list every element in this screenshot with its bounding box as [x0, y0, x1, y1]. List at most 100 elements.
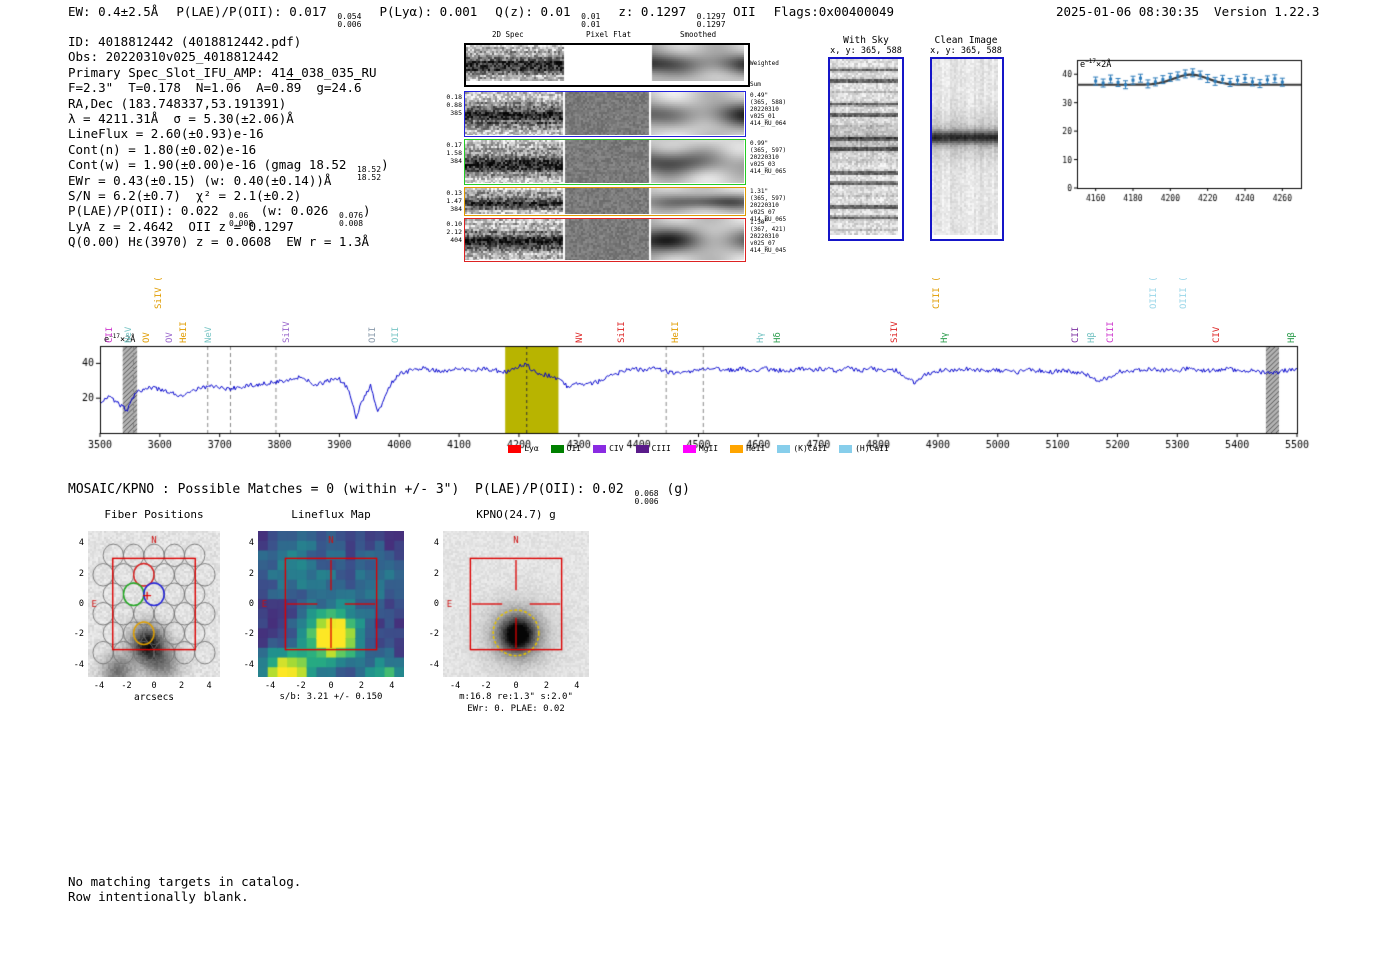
- info-line: EWr = 0.43(±0.15) (w: 0.40(±0.14))Å: [68, 173, 389, 188]
- lineflux-map-caption: s/b: 3.21 +/- 0.150: [279, 692, 383, 702]
- text-segment: Primary Spec_Slot_IFU_AMP: 414_038_035_R…: [68, 64, 377, 80]
- x-axis-tick-label: 2: [358, 681, 364, 691]
- line-marker-label: CIII (: [932, 276, 943, 309]
- lineflux-map-title: Lineflux Map: [291, 508, 371, 521]
- spec2d-row-right-labels: 1.30" (367, 421) 20220310 v025_07 414_RU_045: [750, 219, 786, 254]
- text-segment: g=24.: [301, 80, 354, 96]
- detection-info-block: ID: 4018812442 (4018812442.pdf) Obs: 2022…: [68, 34, 389, 249]
- legend-swatch: [635, 444, 649, 453]
- uncertainty-lower: 0.01: [581, 19, 601, 29]
- right-label: v025_07: [750, 209, 776, 216]
- header-segment: P(Lyα): 0.001: [379, 4, 477, 28]
- info-line: P(LAE)/P(OII): 0.022 0.06 0.008 (w: 0.026…: [68, 203, 389, 227]
- unit-tail: ×2Å: [1095, 59, 1112, 70]
- text-segment: F=2.3" T=0.178 N=1.06 A=0.: [68, 80, 287, 96]
- spec2d-row-image: [465, 92, 744, 135]
- legend-label: (H)CaII: [855, 444, 889, 453]
- text-segment: P(LAE)/P(OII): 0.017: [176, 4, 335, 19]
- weighted-label-line2: Sum: [750, 81, 761, 88]
- x-axis-tick-label: 0: [513, 681, 519, 691]
- line-marker-label: OIII (: [1148, 276, 1159, 309]
- x-axis-tick-label: 0: [328, 681, 334, 691]
- left-value: 1.58: [446, 149, 462, 157]
- y-axis-tick-label: -4: [428, 659, 439, 670]
- right-label: 20220310: [750, 154, 779, 161]
- spec2d-row-right-labels: 0.49" (365, 588) 20220310 v025_01 414_RU_064: [750, 92, 786, 127]
- text-segment: S/N = 6.2(±0.7) χ² = 2.1(±0.2): [68, 187, 302, 203]
- left-value: 2.12: [446, 228, 462, 236]
- fiber-positions-title: Fiber Positions: [104, 508, 204, 521]
- kpno-cutout-title: KPNO(24.7) g: [476, 508, 556, 521]
- right-label: (365, 588): [750, 99, 787, 106]
- legend-item: CIV: [593, 444, 624, 453]
- text-segment: OII: [725, 4, 756, 19]
- spec2d-row-image: [465, 188, 744, 214]
- line-marker-label: Hβ: [1086, 332, 1097, 343]
- line-marker-label: OII: [390, 326, 401, 343]
- header-segment: Q(z): 0.01 0.01 0.01: [495, 4, 600, 28]
- overlined-digits: 89: [286, 80, 302, 96]
- stacked-uncertainty: 18.52 18.52: [357, 166, 381, 181]
- fiber-positions-xlabel: arcsecs: [133, 692, 175, 703]
- legend-label: OII: [566, 444, 582, 453]
- legend-label: MgII: [698, 444, 719, 453]
- left-value: 0.18: [446, 93, 462, 101]
- header-segment: P(LAE)/P(OII): 0.017 0.054 0.006: [176, 4, 361, 28]
- stacked-uncertainty: 0.1297 0.1297: [697, 13, 726, 28]
- spec2d-row-left-values: 0.18 0.88 385: [436, 93, 462, 117]
- legend-item: (K)CaII: [777, 444, 827, 453]
- left-value: 384: [450, 205, 462, 213]
- stacked-uncertainty: 0.01 0.01: [581, 13, 600, 28]
- line-marker-label: CIV: [1211, 326, 1222, 343]
- x-axis-tick-label: 2: [543, 681, 549, 691]
- info-line: RA,Dec (183.748337,53.191391): [68, 96, 389, 111]
- text-segment: P(LAE)/P(OII): 0.022: [68, 203, 227, 219]
- y-axis-tick-label: -4: [73, 659, 84, 670]
- right-label: 414_RU_045: [750, 247, 787, 254]
- text-segment: LyA z = 2.4642 OII z = 0.1297: [68, 218, 294, 234]
- with-sky-subtitle: x, y: 365, 588: [830, 46, 902, 56]
- legend-label: CIV: [609, 444, 624, 453]
- x-axis-tick-label: -2: [121, 681, 132, 691]
- info-line: Cont(n) = 1.80(±0.02)e-16: [68, 142, 389, 157]
- text-segment: λ = 4211.31Å σ = 5.30(±2.06)Å: [68, 110, 294, 126]
- legend-swatch: [508, 444, 522, 453]
- text-segment: Obs: 20220310v025_4018812442: [68, 49, 279, 65]
- kpno-caption-1: m:16.8 re:1.3" s:2.0": [459, 692, 573, 702]
- right-label: 1.31": [750, 188, 769, 195]
- right-label: (367, 421): [750, 226, 787, 233]
- line-marker-label: CIII: [1106, 321, 1117, 343]
- spec2d-row-right-labels: 1.31" (365, 597) 20220310 v025_07 414_RU_065: [750, 188, 786, 223]
- y-axis-tick-label: 0: [433, 599, 439, 609]
- legend-swatch: [550, 444, 564, 453]
- y-axis-tick-label: 2: [433, 568, 439, 579]
- spec2d-row-box: [464, 139, 746, 185]
- right-label: 20220310: [750, 233, 779, 240]
- with-sky-box: [828, 57, 904, 241]
- kpno-caption-2: EWr: 0. PLAE: 0.02: [467, 704, 565, 714]
- x-axis-tick-label: 4: [206, 681, 212, 691]
- legend-item: OII: [550, 444, 582, 453]
- x-axis-tick-label: 4: [389, 681, 395, 691]
- text-segment: (g): [658, 482, 690, 497]
- legend-item: Lyα: [508, 444, 539, 453]
- y-axis-tick-label: 2: [78, 568, 84, 579]
- text-segment: EWr = 0.43(±0.15) (w: 0.40(±0.14))Å: [68, 172, 332, 188]
- left-value: 0.13: [446, 189, 462, 197]
- text-segment: Q(0.00) Hε(3970) z = 0.0608 EW r = 1.3Å: [68, 234, 370, 250]
- text-segment: EW: 0.4±2.5Å: [68, 4, 159, 19]
- line-marker-label: Hδ: [773, 332, 784, 343]
- col-header-2dspec: 2D Spec: [492, 30, 524, 39]
- x-axis-tick-label: -4: [93, 681, 105, 691]
- stacked-uncertainty: 0.068 0.006: [635, 490, 659, 505]
- y-axis-tick-label: -2: [73, 629, 84, 640]
- y-axis-tick-label: -2: [428, 629, 439, 640]
- summary-header: EW: 0.4±2.5Å P(LAE)/P(OII): 0.017 0.054 0.…: [68, 4, 894, 28]
- legend-label: Lyα: [524, 444, 539, 453]
- info-line: ID: 4018812442 (4018812442.pdf): [68, 34, 389, 49]
- spec2d-row-image: [465, 140, 744, 183]
- line-marker-label: OV: [165, 332, 176, 343]
- legend-swatch: [777, 444, 791, 453]
- lineflux-map-panel: Lineflux Map s/b: 3.21 +/- 0.150 -4 -4 -2 -…: [228, 506, 438, 718]
- datetime-version: 2025-01-06 08:30:35 Version 1.22.3: [1056, 4, 1320, 19]
